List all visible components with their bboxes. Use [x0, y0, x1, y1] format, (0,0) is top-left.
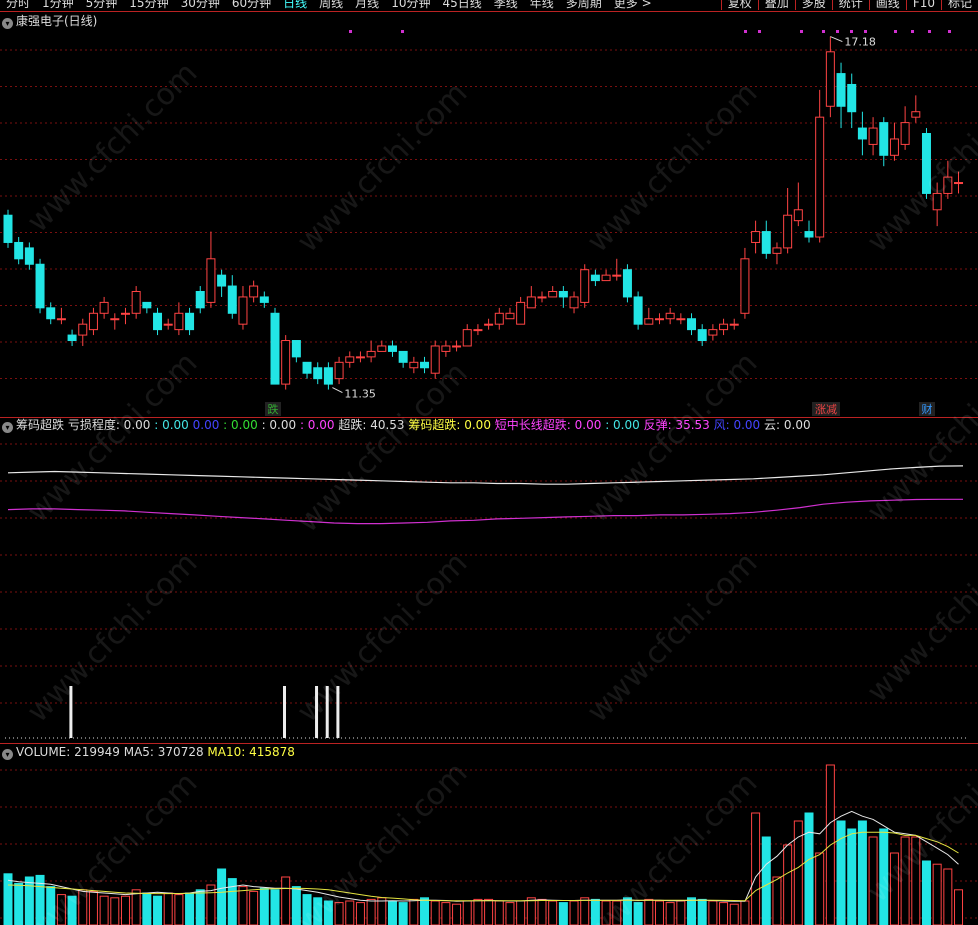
volume-bar — [740, 900, 750, 925]
volume-bar — [804, 812, 814, 925]
volume-bar — [441, 902, 451, 925]
volume-bar — [697, 898, 707, 925]
volume-bar — [505, 902, 515, 925]
volume-bar — [857, 820, 867, 925]
volume-bar — [3, 873, 13, 925]
volume-bar — [473, 898, 483, 925]
volume-bar — [259, 887, 269, 925]
volume-bar — [452, 903, 462, 925]
volume-bar — [719, 902, 729, 925]
volume-bar — [355, 902, 365, 925]
volume-bar — [836, 820, 846, 925]
volume-bar — [420, 897, 430, 925]
volume-bar — [153, 895, 163, 925]
volume-bar — [227, 878, 237, 925]
volume-bar — [516, 900, 526, 925]
volume-bar — [99, 895, 109, 925]
volume-bar — [751, 812, 761, 925]
volume-bar — [676, 900, 686, 925]
volume-bar — [954, 889, 964, 925]
volume-bar — [430, 900, 440, 925]
volume-bar — [195, 889, 205, 925]
volume-bar — [377, 897, 387, 925]
volume-bar — [185, 892, 195, 925]
volume-bar — [366, 898, 376, 925]
volume-bar — [729, 903, 739, 925]
volume-bar — [654, 900, 664, 925]
volume-bar — [387, 900, 397, 925]
volume-bar — [932, 863, 942, 925]
volume-bar — [462, 900, 472, 925]
volume-bar — [131, 889, 141, 925]
volume-bar — [494, 900, 504, 925]
volume-bar — [163, 892, 173, 925]
volume-bar — [847, 828, 857, 925]
volume-bar — [14, 882, 24, 925]
volume-bar — [484, 898, 494, 925]
volume-bar — [548, 900, 558, 925]
volume-bar — [120, 895, 130, 925]
volume-bar — [249, 890, 259, 925]
volume-bar — [772, 876, 782, 925]
volume-bar — [281, 876, 291, 925]
volume-chart[interactable] — [0, 0, 978, 925]
volume-bar — [238, 886, 248, 925]
volume-bar — [569, 900, 579, 925]
volume-bar — [815, 852, 825, 925]
volume-bar — [558, 902, 568, 925]
volume-bar — [110, 897, 120, 925]
volume-bar — [665, 902, 675, 925]
volume-bar — [783, 844, 793, 925]
volume-bar — [761, 836, 771, 925]
volume-bar — [526, 897, 536, 925]
volume-bar — [943, 868, 953, 925]
volume-bar — [174, 894, 184, 925]
volume-bar — [142, 892, 152, 925]
volume-bar — [409, 898, 419, 925]
volume-bar — [270, 889, 280, 925]
volume-bar — [217, 868, 227, 925]
volume-bar — [687, 897, 697, 925]
volume-bar — [708, 900, 718, 925]
volume-bar — [537, 898, 547, 925]
volume-bar — [398, 902, 408, 925]
